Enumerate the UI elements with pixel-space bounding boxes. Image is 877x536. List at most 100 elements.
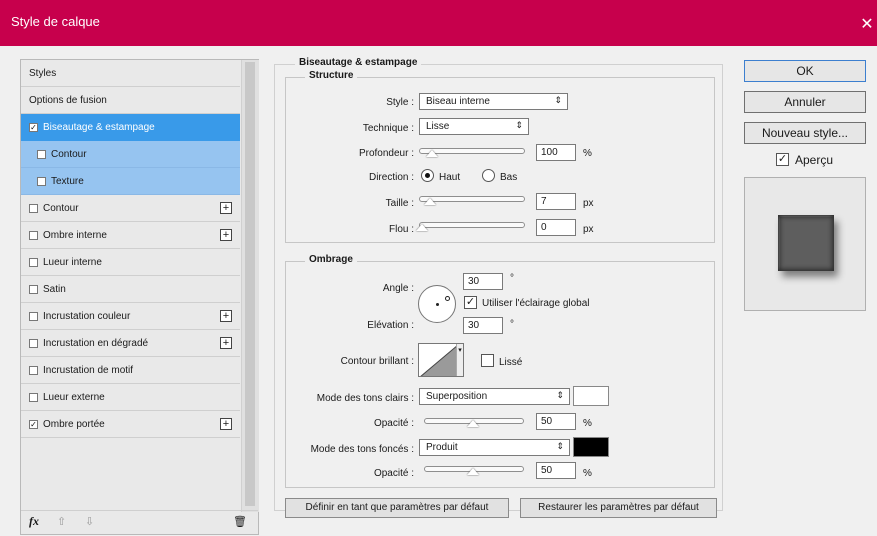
style-item-2[interactable]: ✓ Biseautage & estampage: [21, 114, 240, 141]
style-item-label: Options de fusion: [29, 94, 107, 106]
reset-default-button[interactable]: Restaurer les paramètres par défaut: [520, 498, 717, 518]
make-default-button[interactable]: Définir en tant que paramètres par défau…: [285, 498, 509, 518]
style-item-7[interactable]: Lueur interne: [21, 249, 240, 276]
style-item-checkbox[interactable]: [29, 284, 38, 294]
altitude-label: Elévation :: [367, 320, 414, 331]
style-item-label: Incrustation de motif: [43, 364, 134, 376]
style-item-checkbox[interactable]: [37, 176, 46, 186]
style-item-checkbox[interactable]: [29, 338, 38, 348]
altitude-input[interactable]: 30: [463, 317, 503, 334]
direction-down-radio[interactable]: [482, 169, 495, 182]
highlight-mode-label: Mode des tons clairs :: [316, 393, 414, 404]
style-item-5[interactable]: Contour +: [21, 195, 240, 222]
move-up-icon[interactable]: ⇧: [57, 515, 66, 528]
style-item-12[interactable]: Lueur externe: [21, 384, 240, 411]
size-input[interactable]: 7: [536, 193, 576, 210]
shadow-mode-label: Mode des tons foncés :: [310, 444, 414, 455]
style-item-3[interactable]: Contour: [21, 141, 240, 168]
add-effect-icon[interactable]: +: [220, 418, 232, 430]
preview-checkbox[interactable]: ✓: [776, 153, 789, 166]
technique-value: Lisse: [426, 121, 450, 132]
style-item-checkbox[interactable]: [29, 365, 38, 375]
style-value: Biseau interne: [426, 96, 490, 107]
highlight-mode-select[interactable]: Superposition ⇕: [419, 388, 570, 405]
highlight-mode-value: Superposition: [426, 391, 488, 402]
shadow-mode-select[interactable]: Produit ⇕: [419, 439, 570, 456]
shadow-opacity-knob[interactable]: [467, 468, 479, 475]
global-light-checkbox[interactable]: ✓: [464, 296, 477, 309]
add-effect-icon[interactable]: +: [220, 337, 232, 349]
close-icon[interactable]: ✕: [857, 14, 877, 34]
fx-icon[interactable]: fx: [29, 514, 39, 529]
add-effect-icon[interactable]: +: [220, 310, 232, 322]
add-effect-icon[interactable]: +: [220, 202, 232, 214]
updown-arrow-icon: ⇕: [556, 441, 564, 451]
soften-input[interactable]: 0: [536, 219, 576, 236]
move-down-icon[interactable]: ⇩: [85, 515, 94, 528]
scrollbar-thumb[interactable]: [245, 62, 255, 506]
soften-slider-knob[interactable]: [416, 224, 428, 231]
style-item-checkbox[interactable]: [29, 203, 38, 213]
angle-label: Angle :: [382, 283, 414, 294]
style-item-checkbox[interactable]: [29, 392, 38, 402]
angle-dial[interactable]: [418, 285, 456, 323]
highlight-opacity-unit: %: [583, 418, 592, 429]
ok-button[interactable]: OK: [744, 60, 866, 82]
antialias-label: Lissé: [499, 357, 523, 368]
style-item-13[interactable]: ✓ Ombre portée +: [21, 411, 240, 438]
trash-icon[interactable]: 🗑: [233, 515, 247, 528]
new-style-button[interactable]: Nouveau style...: [744, 122, 866, 144]
contour-curve-icon: [420, 345, 458, 376]
style-item-6[interactable]: Ombre interne +: [21, 222, 240, 249]
style-item-checkbox[interactable]: [29, 311, 38, 321]
add-effect-icon[interactable]: +: [220, 229, 232, 241]
cancel-button[interactable]: Annuler: [744, 91, 866, 113]
highlight-opacity-knob[interactable]: [467, 420, 479, 427]
soften-slider[interactable]: [419, 222, 525, 228]
antialias-checkbox[interactable]: [481, 354, 494, 367]
angle-input[interactable]: 30: [463, 273, 503, 290]
style-item-4[interactable]: Texture: [21, 168, 240, 195]
style-item-checkbox[interactable]: [29, 257, 38, 267]
bevel-section-title: Biseautage & estampage: [295, 57, 422, 68]
updown-arrow-icon: ⇕: [515, 120, 523, 130]
highlight-color-swatch[interactable]: [573, 386, 609, 406]
style-select[interactable]: Biseau interne ⇕: [419, 93, 568, 110]
style-item-checkbox[interactable]: [29, 230, 38, 240]
gloss-contour-picker[interactable]: ▾: [418, 343, 464, 377]
technique-label: Technique :: [362, 123, 414, 134]
style-label: Style :: [386, 97, 414, 108]
style-item-9[interactable]: Incrustation couleur +: [21, 303, 240, 330]
preview-square: [778, 215, 834, 271]
technique-select[interactable]: Lisse ⇕: [419, 118, 529, 135]
shadow-opacity-input[interactable]: 50: [536, 462, 576, 479]
direction-up-radio[interactable]: [421, 169, 434, 182]
style-item-11[interactable]: Incrustation de motif: [21, 357, 240, 384]
style-item-1[interactable]: Options de fusion: [21, 87, 240, 114]
soften-unit: px: [583, 224, 594, 235]
style-item-checkbox[interactable]: ✓: [29, 122, 38, 132]
angle-degree: °: [510, 273, 514, 284]
style-item-10[interactable]: Incrustation en dégradé +: [21, 330, 240, 357]
styles-list: Styles Options de fusion ✓ Biseautage & est…: [21, 60, 240, 438]
style-item-label: Biseautage & estampage: [43, 121, 155, 133]
global-light-label: Utiliser l'éclairage global: [482, 298, 590, 309]
shadow-color-swatch[interactable]: [573, 437, 609, 457]
layer-style-dialog: Style de calque ✕ Styles Options de fusio…: [0, 0, 877, 536]
depth-input[interactable]: 100: [536, 144, 576, 161]
styles-toolbar: fx ⇧ ⇩ 🗑: [21, 510, 258, 534]
style-item-0[interactable]: Styles: [21, 60, 240, 87]
highlight-opacity-input[interactable]: 50: [536, 413, 576, 430]
size-label: Taille :: [385, 198, 414, 209]
depth-label: Profondeur :: [358, 148, 414, 159]
dialog-title: Style de calque: [11, 14, 100, 29]
depth-slider-knob[interactable]: [426, 150, 438, 157]
style-item-label: Satin: [43, 283, 66, 295]
style-item-label: Incrustation en dégradé: [43, 337, 149, 349]
style-item-8[interactable]: Satin: [21, 276, 240, 303]
structure-title: Structure: [305, 70, 358, 81]
size-slider-knob[interactable]: [424, 198, 436, 205]
size-unit: px: [583, 198, 594, 209]
style-item-checkbox[interactable]: ✓: [29, 419, 38, 429]
style-item-checkbox[interactable]: [37, 149, 46, 159]
